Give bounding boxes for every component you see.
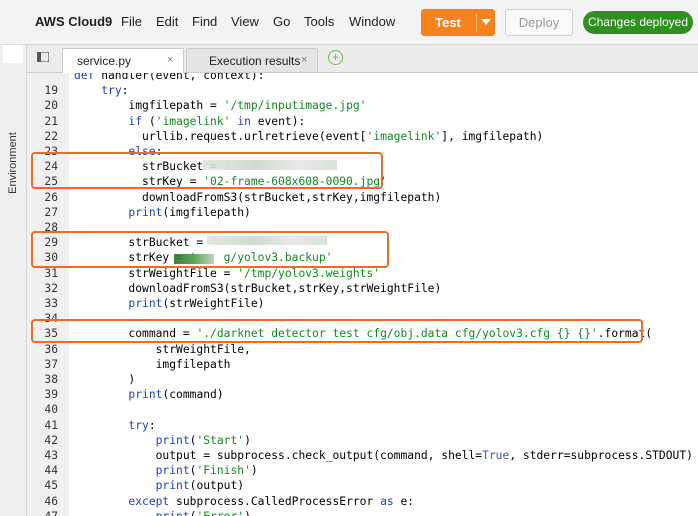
menu-find[interactable]: Find: [192, 14, 217, 29]
deploy-button[interactable]: Deploy: [505, 9, 573, 36]
code-line[interactable]: 20 imgfilepath = '/tmp/inputimage.jpg': [27, 98, 698, 113]
tab-label: service.py: [77, 54, 132, 68]
redacted-bucket-name: [207, 236, 327, 245]
code-text: downloadFromS3(strBucket,strKey,imgfilep…: [74, 190, 442, 204]
code-text: print(strWeightFile): [128, 297, 265, 310]
left-sidebar: Environment: [0, 45, 27, 516]
code-line[interactable]: 39 print(command): [27, 387, 698, 402]
line-number: 43: [44, 449, 58, 462]
menu-window[interactable]: Window: [349, 14, 395, 29]
line-number: 40: [44, 403, 58, 417]
line-number: 33: [44, 297, 58, 310]
add-tab-icon[interactable]: +: [328, 50, 343, 65]
code-text: print(output): [155, 479, 245, 493]
code-text: print('Error'): [74, 509, 251, 516]
code-text: ): [74, 373, 136, 386]
line-number: 20: [44, 99, 58, 113]
code-line[interactable]: 42 print('Start'): [27, 433, 698, 448]
menu-go[interactable]: Go: [273, 14, 290, 29]
code-line[interactable]: 37 imgfilepath: [27, 357, 698, 372]
tab-menu-icon[interactable]: [37, 52, 49, 62]
line-number: 32: [44, 281, 58, 295]
code-text: print(command): [128, 388, 224, 402]
code-line[interactable]: 44 print('Finish'): [27, 463, 698, 478]
code-line[interactable]: 41 try:: [27, 418, 698, 433]
redacted-bucket-name: [203, 160, 337, 170]
line-number: 26: [44, 190, 58, 204]
brand-logo[interactable]: AWS Cloud9: [35, 14, 112, 29]
code-line[interactable]: def handler(event, context):: [27, 73, 698, 83]
line-number: 37: [44, 357, 58, 371]
line-number: 41: [44, 418, 58, 432]
code-line[interactable]: 46 except subprocess.CalledProcessError …: [27, 494, 698, 509]
line-number: 47: [27, 509, 58, 516]
line-number: 45: [44, 479, 58, 493]
code-line[interactable]: 36 strWeightFile,: [27, 342, 698, 357]
chevron-down-icon[interactable]: [481, 19, 491, 25]
code-text: print(imgfilepath): [128, 205, 251, 219]
code-line[interactable]: 26 downloadFromS3(strBucket,strKey,imgfi…: [27, 190, 698, 205]
sidebar-top-panel: [3, 45, 23, 63]
code-text: print('Start'): [155, 433, 251, 447]
line-number: 36: [44, 342, 58, 356]
line-number: 22: [44, 129, 58, 143]
test-button-label: Test: [435, 15, 461, 30]
line-number: 21: [44, 114, 58, 128]
code-line[interactable]: 38 ): [27, 372, 698, 387]
line-number: 38: [44, 373, 58, 386]
code-text: output = subprocess.check_output(command…: [74, 449, 693, 462]
highlight-box-lines-24-25: [31, 152, 383, 189]
menu-edit[interactable]: Edit: [156, 14, 178, 29]
code-line[interactable]: 27 print(imgfilepath): [27, 205, 698, 220]
code-text: print('Finish'): [155, 464, 258, 478]
code-line[interactable]: 22 urllib.request.urlretrieve(event['ima…: [27, 129, 698, 144]
menubar: AWS Cloud9 File Edit Find View Go Tools …: [0, 0, 698, 45]
code-text: def handler(event, context):: [74, 73, 265, 82]
code-text: try:: [128, 418, 156, 432]
code-editor[interactable]: def handler(event, context): 19 try: 20 im…: [27, 73, 698, 516]
close-icon[interactable]: ×: [167, 54, 173, 66]
code-line[interactable]: 45 print(output): [27, 478, 698, 493]
environment-panel-tab[interactable]: Environment: [7, 128, 19, 198]
code-line[interactable]: 43 output = subprocess.check_output(comm…: [27, 448, 698, 463]
code-line[interactable]: 47 print('Error'): [27, 509, 698, 516]
line-number: 46: [44, 494, 58, 508]
code-text: try:: [101, 84, 129, 98]
line-number: 44: [44, 464, 58, 478]
redacted-key-prefix: [174, 254, 214, 264]
editor-tabbar: service.py × Execution results × +: [27, 45, 698, 73]
code-line[interactable]: 19 try:: [27, 83, 698, 98]
code-text: imgfilepath = '/tmp/inputimage.jpg': [74, 99, 367, 113]
menu-file[interactable]: File: [121, 14, 142, 29]
tab-service-py[interactable]: service.py ×: [62, 48, 184, 73]
test-button-divider: [476, 13, 477, 32]
menu-view[interactable]: View: [231, 14, 259, 29]
code-text: imgfilepath: [74, 357, 231, 371]
code-text: strWeightFile,: [74, 342, 251, 356]
code-text: if ('imagelink' in event):: [128, 114, 306, 128]
code-text: urllib.request.urlretrieve(event['imagel…: [74, 129, 544, 143]
line-number: 27: [44, 205, 58, 219]
tab-execution-results[interactable]: Execution results ×: [186, 48, 318, 72]
highlight-box-line-35: [31, 319, 643, 343]
code-line[interactable]: 40: [27, 402, 698, 417]
close-icon[interactable]: ×: [301, 54, 307, 66]
tab-label: Execution results: [209, 54, 301, 68]
code-text: except subprocess.CalledProcessError as …: [128, 494, 415, 508]
code-line[interactable]: 33 print(strWeightFile): [27, 296, 698, 311]
status-badge: Changes deployed: [583, 11, 693, 34]
code-line[interactable]: 21 if ('imagelink' in event):: [27, 114, 698, 129]
line-number: 42: [44, 433, 58, 447]
test-button[interactable]: Test: [421, 9, 495, 36]
menu-tools[interactable]: Tools: [304, 14, 334, 29]
code-line[interactable]: 32 downloadFromS3(strBucket,strKey,strWe…: [27, 281, 698, 296]
code-text: downloadFromS3(strBucket,strKey,strWeigh…: [74, 281, 442, 295]
line-number: 39: [44, 388, 58, 402]
line-number: 19: [44, 84, 58, 98]
